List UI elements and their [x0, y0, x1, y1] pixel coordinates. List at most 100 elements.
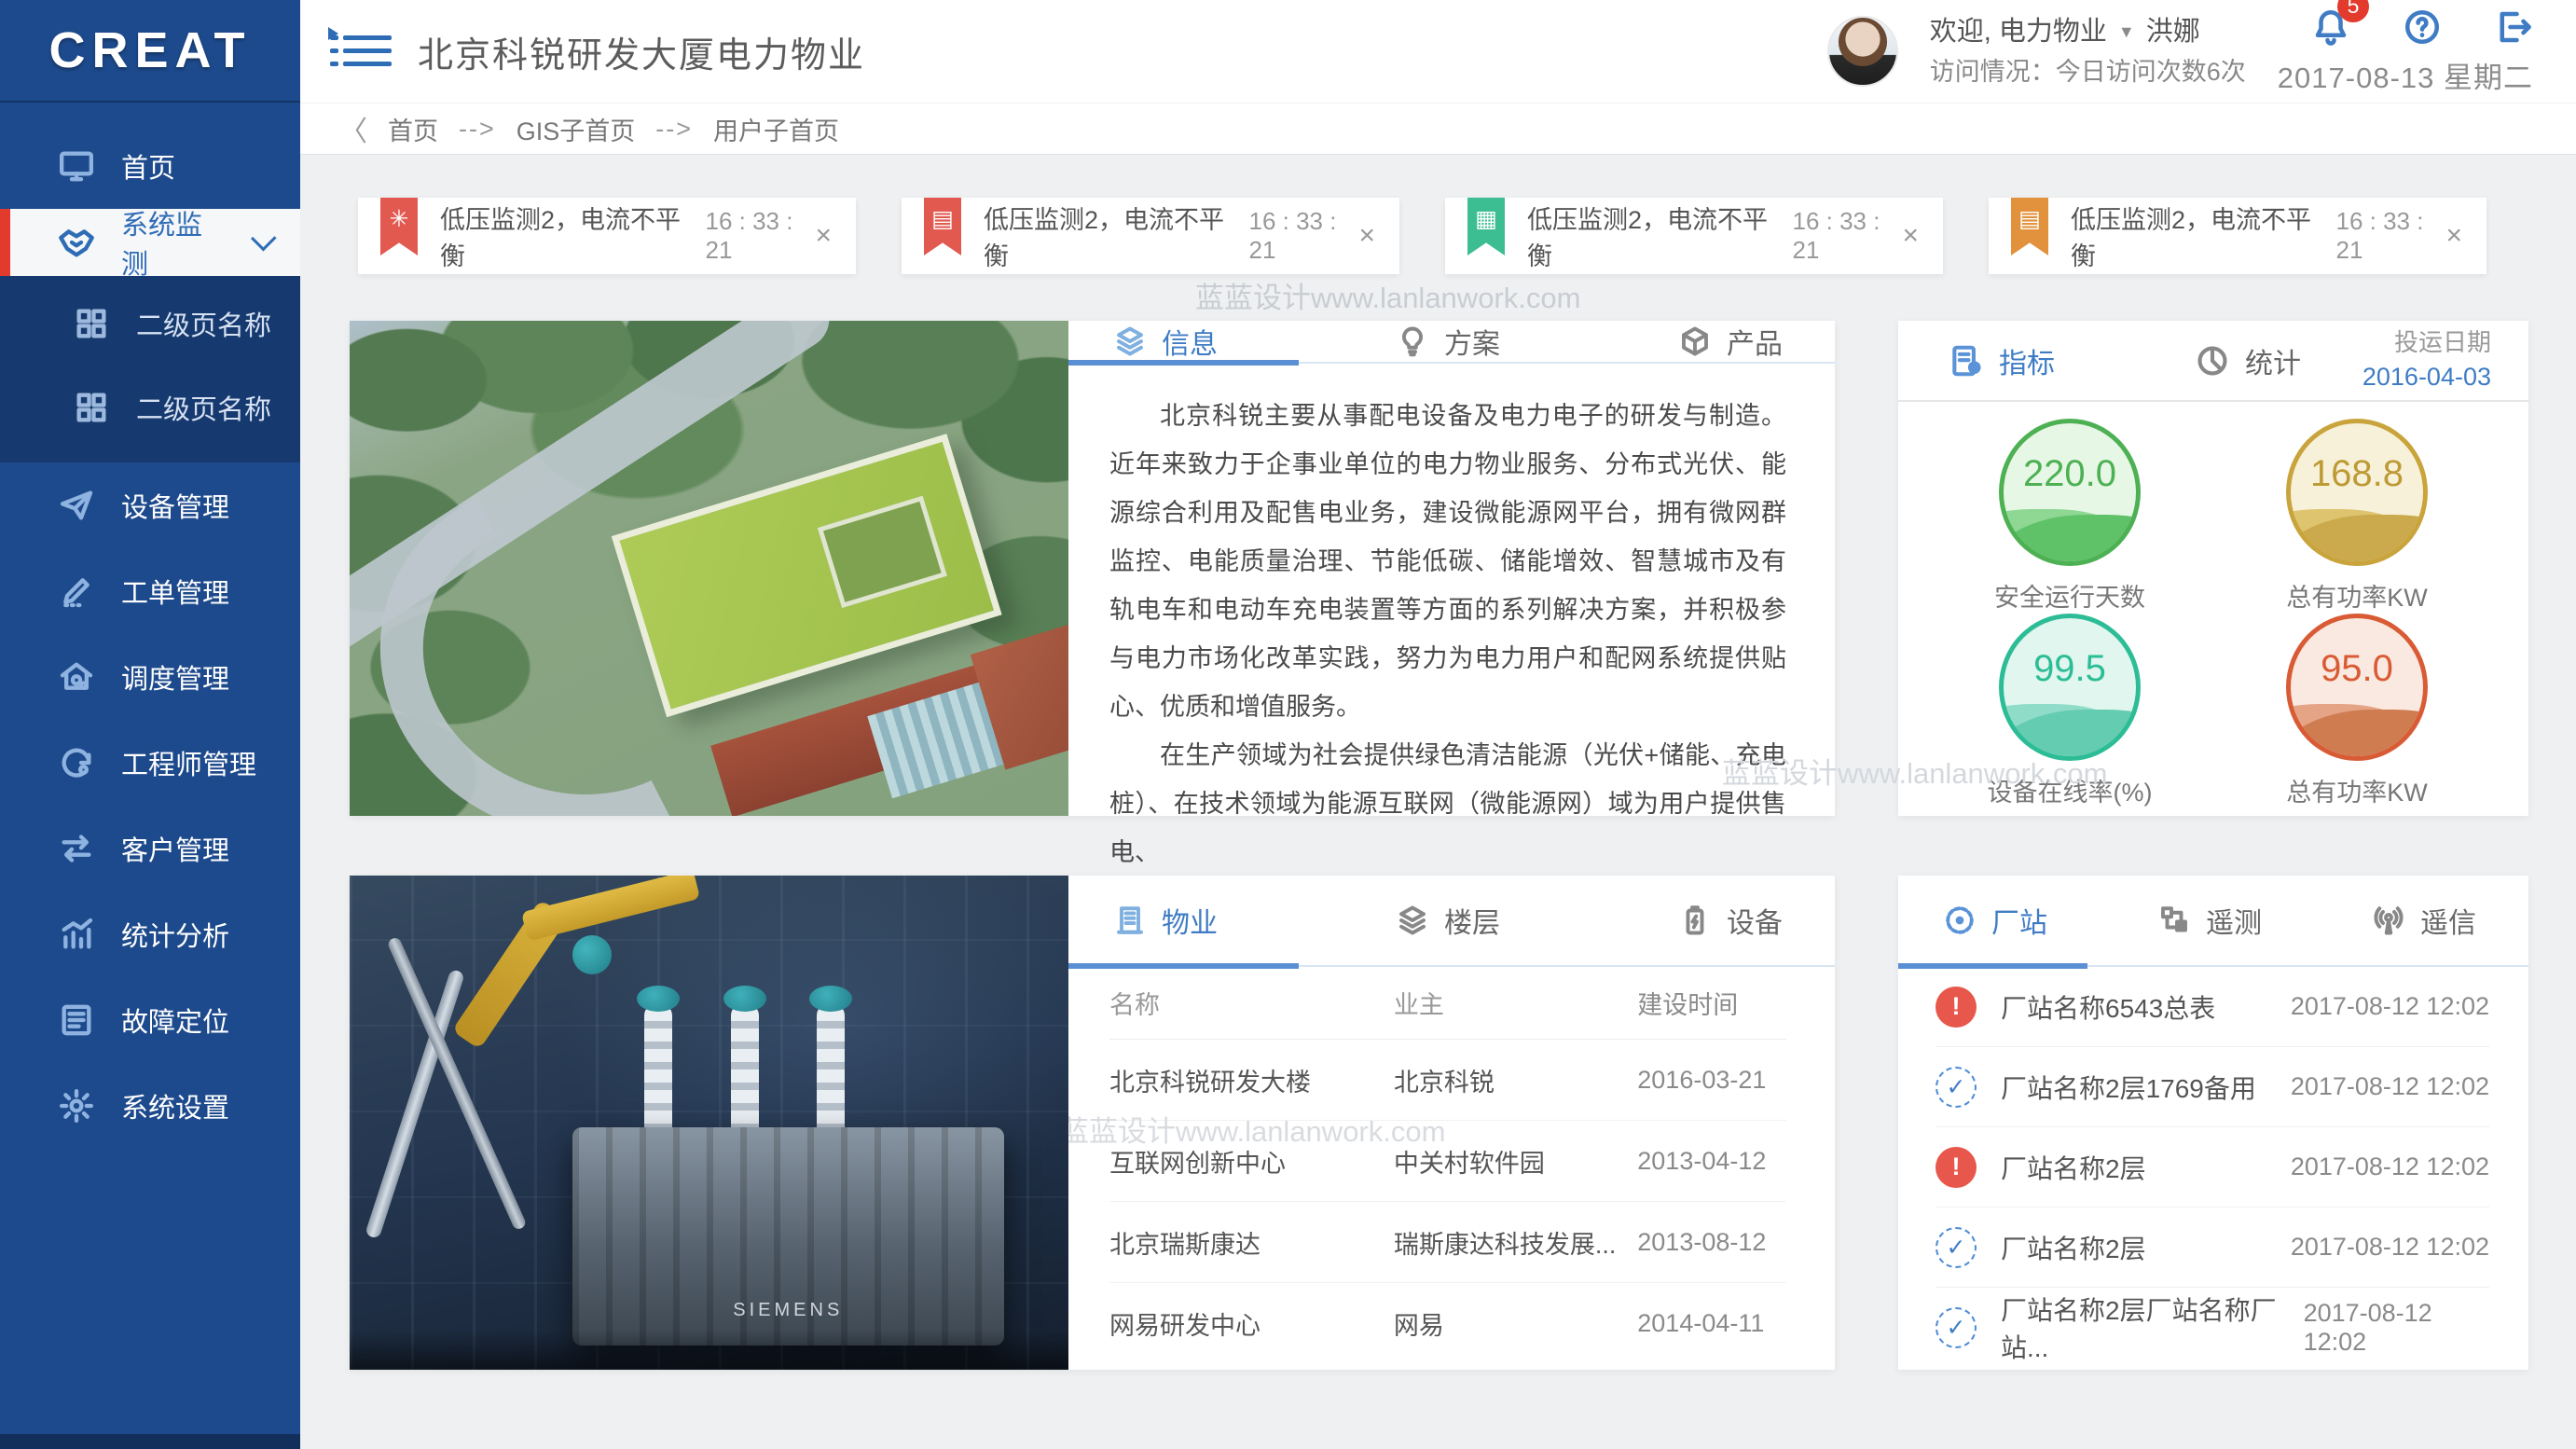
- username[interactable]: 洪娜: [2146, 12, 2200, 53]
- sidebar-item-label: 首页: [121, 154, 176, 184]
- table-row[interactable]: 互联网创新中心 中关村软件园 2013-04-12: [1109, 1121, 1786, 1202]
- paper-plane-icon: [60, 490, 93, 520]
- tab-label: 遥测: [2206, 908, 2262, 939]
- sidebar-subitem-1[interactable]: 二级页名称: [0, 282, 300, 366]
- sidebar-item-label: 故障定位: [121, 1008, 230, 1038]
- station-row[interactable]: ✓ 厂站名称2层厂站名称厂站... 2017-08-12 12:02: [1935, 1288, 2489, 1368]
- tab-station[interactable]: 厂站: [1943, 900, 2047, 941]
- tab-stats[interactable]: 统计: [2195, 340, 2301, 381]
- user-avatar[interactable]: [1826, 16, 1898, 87]
- box-3d-icon: [1682, 326, 1708, 356]
- grid-icon: [76, 393, 106, 422]
- commission-date-value[interactable]: 2016-04-03: [2362, 360, 2491, 395]
- layers-icon: [1117, 326, 1143, 356]
- property-card: SIEMENS 物业 楼层 设备 名称 业主 建设时间 北京科锐研发大楼 北京科…: [350, 876, 1835, 1370]
- alert-banner-row: ✳ 低压监测2，电流不平衡 16 : 33 : 21 × ▤ 低压监测2，电流不…: [358, 198, 2528, 274]
- alert-ribbon-icon: ▤: [924, 198, 961, 255]
- meter-icon: [1946, 906, 1974, 934]
- sidebar-item-home[interactable]: 首页: [0, 123, 300, 209]
- alert-time: 16 : 33 : 21: [2335, 207, 2424, 264]
- tab-product[interactable]: 产品: [1678, 321, 1783, 362]
- breadcrumb-separator: -->: [459, 114, 496, 143]
- header-icons: 5 2017-08-13 星期二: [2278, 0, 2533, 96]
- sidebar-item-customer-mgmt[interactable]: 客户管理: [0, 806, 300, 891]
- sidebar-item-system-settings[interactable]: 系统设置: [0, 1063, 300, 1149]
- caret-down-icon[interactable]: ▼: [2118, 20, 2135, 45]
- grid-icon: [76, 309, 106, 338]
- tab-label: 楼层: [1444, 908, 1500, 939]
- gauge-label: 安全运行天数: [1994, 584, 2145, 612]
- sidebar: CREAT 首页 系统监测 二级页名称 二级页名称 设备管理 工单管理 调度管理…: [0, 0, 300, 1449]
- transformer-photo: SIEMENS: [350, 876, 1068, 1370]
- sidebar-item-label: 设备管理: [121, 493, 230, 523]
- tab-solution[interactable]: 方案: [1396, 321, 1500, 362]
- document-gear-icon: [1952, 345, 1981, 376]
- gauge-label: 总有功率KW: [2286, 584, 2428, 612]
- pie-chart-icon: [2197, 345, 2227, 376]
- notification-bell-icon[interactable]: 5: [2311, 0, 2369, 47]
- tab-telemetry[interactable]: 遥测: [2157, 900, 2262, 941]
- table-row[interactable]: 北京瑞斯康达 瑞斯康达科技发展... 2013-08-12: [1109, 1202, 1786, 1283]
- sidebar-item-dispatch-mgmt[interactable]: 调度管理: [0, 634, 300, 720]
- station-row[interactable]: ✓ 厂站名称2层 2017-08-12 12:02: [1935, 1208, 2489, 1288]
- ok-status-icon: ✓: [1935, 1066, 1977, 1108]
- brand-logo: CREAT: [0, 0, 300, 103]
- sidebar-item-workorder-mgmt[interactable]: 工单管理: [0, 548, 300, 634]
- ok-status-icon: ✓: [1935, 1307, 1977, 1348]
- station-row[interactable]: ! 厂站名称6543总表 2017-08-12 12:02: [1935, 967, 2489, 1047]
- close-icon[interactable]: ×: [815, 220, 832, 252]
- tab-info[interactable]: 信息: [1113, 321, 1218, 362]
- tab-metrics[interactable]: 指标: [1949, 340, 2055, 381]
- transformer-brand-label: SIEMENS: [733, 1299, 844, 1320]
- col-name: 名称: [1109, 991, 1160, 1019]
- sidebar-footer-strip: [0, 1434, 300, 1449]
- main-column: 北京科锐研发大厦电力物业 欢迎, 电力物业 ▼ 洪娜 访问情况：今日访问次数6次: [300, 0, 2576, 1449]
- station-row[interactable]: ✓ 厂站名称2层1769备用 2017-08-12 12:02: [1935, 1047, 2489, 1127]
- tab-label: 物业: [1162, 908, 1218, 939]
- breadcrumb-home[interactable]: 首页: [388, 111, 438, 147]
- logout-icon[interactable]: [2494, 7, 2533, 47]
- sidebar-item-device-mgmt[interactable]: 设备管理: [0, 462, 300, 548]
- network-nodes-icon: [2161, 906, 2187, 932]
- tab-floor[interactable]: 楼层: [1396, 900, 1500, 941]
- menu-toggle-icon[interactable]: [328, 27, 392, 70]
- sidebar-item-system-monitor[interactable]: 系统监测: [0, 209, 300, 280]
- gear-icon: [60, 1089, 94, 1123]
- sidebar-item-engineer-mgmt[interactable]: 工程师管理: [0, 720, 300, 806]
- metrics-card: 指标 统计 投运日期 2016-04-03 220.0 安全运行天数 168.8…: [1898, 321, 2528, 816]
- back-arrow[interactable]: 〈: [339, 108, 367, 149]
- header-right: 欢迎, 电力物业 ▼ 洪娜 访问情况：今日访问次数6次 5 2017-08-13…: [1826, 0, 2533, 96]
- alert-card[interactable]: ✳ 低压监测2，电流不平衡 16 : 33 : 21 ×: [358, 198, 856, 274]
- breadcrumb-gis[interactable]: GIS子首页: [517, 111, 636, 147]
- swap-arrows-icon: [62, 835, 91, 862]
- close-icon[interactable]: ×: [1358, 220, 1375, 252]
- alert-card[interactable]: ▦ 低压监测2，电流不平衡 16 : 33 : 21 ×: [1445, 198, 1943, 274]
- close-icon[interactable]: ×: [1902, 220, 1919, 252]
- tab-property[interactable]: 物业: [1113, 900, 1218, 941]
- table-row[interactable]: 网易研发中心 网易 2014-04-11: [1109, 1283, 1786, 1364]
- help-icon[interactable]: [2403, 7, 2442, 47]
- info-tabs: 信息 方案 产品: [1068, 321, 1835, 366]
- tab-label: 指标: [1999, 348, 2055, 380]
- sidebar-subitem-2[interactable]: 二级页名称: [0, 366, 300, 449]
- station-card: 厂站 遥测 遥信 ! 厂站名称6543总表 2017-08-12 12:02 ✓…: [1898, 876, 2528, 1370]
- sidebar-item-label: 统计分析: [121, 922, 230, 952]
- alert-time: 16 : 33 : 21: [1792, 207, 1880, 264]
- alert-text: 低压监测2，电流不平衡: [1527, 206, 1769, 270]
- alert-card[interactable]: ▤ 低压监测2，电流不平衡 16 : 33 : 21 ×: [1989, 198, 2486, 274]
- sidebar-item-fault-location[interactable]: 故障定位: [0, 977, 300, 1063]
- tab-device[interactable]: 设备: [1678, 900, 1783, 941]
- sidebar-item-stats-analysis[interactable]: 统计分析: [0, 891, 300, 977]
- property-tabs: 物业 楼层 设备: [1068, 876, 1835, 969]
- station-row[interactable]: ! 厂站名称2层 2017-08-12 12:02: [1935, 1127, 2489, 1208]
- breadcrumb-user[interactable]: 用户子首页: [713, 111, 839, 147]
- tab-label: 产品: [1727, 329, 1783, 360]
- close-icon[interactable]: ×: [2445, 220, 2462, 252]
- building-photo: [350, 321, 1068, 816]
- top-header: 北京科锐研发大厦电力物业 欢迎, 电力物业 ▼ 洪娜 访问情况：今日访问次数6次: [300, 0, 2576, 103]
- sidebar-item-label: 调度管理: [121, 665, 230, 695]
- tab-telesignal[interactable]: 遥信: [2372, 900, 2476, 941]
- alert-card[interactable]: ▤ 低压监测2，电流不平衡 16 : 33 : 21 ×: [902, 198, 1399, 274]
- pencil-icon: [63, 578, 90, 608]
- table-row[interactable]: 北京科锐研发大楼 北京科锐 2016-03-21: [1109, 1040, 1786, 1121]
